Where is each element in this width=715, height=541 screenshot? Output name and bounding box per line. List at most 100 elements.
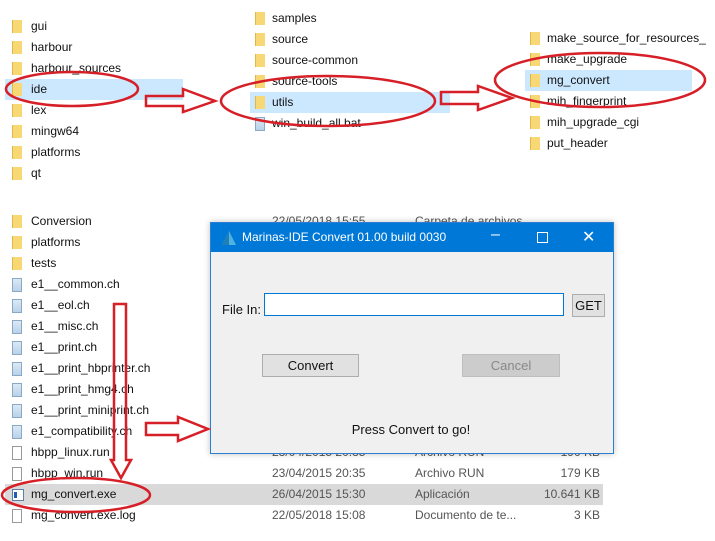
list-item[interactable]: platforms: [5, 142, 183, 163]
folder-icon: [12, 104, 22, 117]
list-item[interactable]: samples: [250, 8, 450, 29]
file-in-input[interactable]: [264, 293, 564, 316]
item-name: e1__print_miniprint.ch: [31, 403, 150, 417]
list-item[interactable]: source-tools: [250, 71, 450, 92]
batch-file-icon: [255, 117, 265, 131]
item-name: harbour: [31, 40, 73, 54]
list-item[interactable]: source: [250, 29, 450, 50]
list-item[interactable]: qt: [5, 163, 183, 184]
document-icon: [12, 425, 22, 439]
item-name: put_header: [547, 136, 608, 150]
document-icon: [12, 362, 22, 376]
item-name: hbpp_linux.run: [31, 445, 110, 459]
item-name: e1__eol.ch: [31, 298, 90, 312]
document-icon: [12, 383, 22, 397]
item-type: Aplicación: [415, 487, 470, 501]
item-name: mih_upgrade_cgi: [547, 115, 640, 129]
item-size: 179 KB: [560, 466, 600, 480]
folder-icon: [530, 32, 540, 45]
folder-icon: [12, 125, 22, 138]
item-name: make_upgrade: [547, 52, 628, 66]
item-name: qt: [31, 166, 42, 180]
list-item[interactable]: mingw64: [5, 121, 183, 142]
item-name: e1__print_hmg4.ch: [31, 382, 134, 396]
folder-icon: [12, 62, 22, 75]
document-icon: [12, 320, 22, 334]
list-item[interactable]: utils: [250, 92, 450, 113]
folder-icon: [530, 116, 540, 129]
folder-icon: [255, 75, 265, 88]
exe-icon: [12, 489, 24, 501]
dialog-title: Marinas-IDE Convert 01.00 build 0030: [242, 230, 447, 244]
list-item[interactable]: hbpp_win.run 23/04/2015 20:35 Archivo RUN 1…: [5, 463, 603, 484]
file-in-label: File In:: [222, 302, 262, 317]
item-name: make_source_for_resources_: [547, 31, 706, 45]
folder-icon: [530, 137, 540, 150]
item-size: 3 KB: [573, 508, 600, 522]
item-name: source-common: [272, 53, 359, 67]
item-name: harbour_sources: [31, 61, 122, 75]
list-item[interactable]: mih_upgrade_cgi: [525, 112, 692, 133]
folder-icon: [255, 12, 265, 25]
item-name: platforms: [31, 235, 81, 249]
list-item[interactable]: mih_fingerprint: [525, 91, 692, 112]
item-name: e1__misc.ch: [31, 319, 99, 333]
folder-icon: [255, 96, 265, 109]
item-date: 22/05/2018 15:08: [272, 508, 366, 522]
file-icon: [12, 446, 22, 460]
folder-icon: [12, 20, 22, 33]
status-text: Press Convert to go!: [351, 422, 471, 437]
folder-icon: [12, 167, 22, 180]
item-name: mih_fingerprint: [547, 94, 627, 108]
item-name: source-tools: [272, 74, 338, 88]
list-item[interactable]: harbour: [5, 37, 183, 58]
list-item[interactable]: put_header: [525, 133, 692, 154]
list-item[interactable]: harbour_sources: [5, 58, 183, 79]
convert-dialog: Marinas-IDE Convert 01.00 build 0030 – ✕…: [210, 222, 614, 454]
item-name: e1__print.ch: [31, 340, 98, 354]
app-icon: [222, 231, 236, 245]
get-button[interactable]: GET: [572, 294, 605, 317]
item-type: Documento de te...: [415, 508, 517, 522]
item-name: mg_convert.exe: [31, 487, 117, 501]
list-item[interactable]: ide: [5, 79, 183, 100]
list-item[interactable]: win_build_all.bat: [250, 113, 450, 134]
document-icon: [12, 299, 22, 313]
item-name: e1__common.ch: [31, 277, 120, 291]
list-item[interactable]: source-common: [250, 50, 450, 71]
item-name: platforms: [31, 145, 81, 159]
minimize-button[interactable]: –: [491, 226, 500, 244]
list-item[interactable]: mg_convert: [525, 70, 692, 91]
folder-icon: [530, 74, 540, 87]
item-name: Conversion: [31, 214, 92, 228]
maximize-button[interactable]: [537, 232, 548, 243]
folder-icon: [12, 215, 22, 228]
list-item[interactable]: make_source_for_resources_: [525, 28, 706, 49]
item-name: samples: [272, 11, 317, 25]
list-item[interactable]: lex: [5, 100, 183, 121]
cancel-button[interactable]: Cancel: [462, 354, 560, 377]
item-name: hbpp_win.run: [31, 466, 104, 480]
folder-icon: [12, 41, 22, 54]
item-name: ide: [31, 82, 48, 96]
list-item[interactable]: mg_convert.exe.log 22/05/2018 15:08 Docume…: [5, 505, 603, 526]
document-icon: [12, 278, 22, 292]
item-size: 10.641 KB: [543, 487, 600, 501]
document-icon: [12, 341, 22, 355]
list-item[interactable]: gui: [5, 16, 183, 37]
folder-icon: [12, 257, 22, 270]
file-icon: [12, 467, 22, 481]
list-item[interactable]: make_upgrade: [525, 49, 692, 70]
title-bar: Marinas-IDE Convert 01.00 build 0030 – ✕: [211, 223, 613, 252]
close-button[interactable]: ✕: [582, 227, 595, 247]
item-date: 26/04/2015 15:30: [272, 487, 366, 501]
item-name: mingw64: [31, 124, 80, 138]
item-name: mg_convert.exe.log: [31, 508, 136, 522]
item-name: gui: [31, 19, 48, 33]
convert-button[interactable]: Convert: [262, 354, 359, 377]
folder-icon: [12, 83, 22, 96]
item-name: e1__print_hbprinter.ch: [31, 361, 151, 375]
folder-icon: [255, 54, 265, 67]
list-item[interactable]: mg_convert.exe 26/04/2015 15:30 Aplicación…: [5, 484, 603, 505]
item-name: e1_compatibility.ch: [31, 424, 133, 438]
